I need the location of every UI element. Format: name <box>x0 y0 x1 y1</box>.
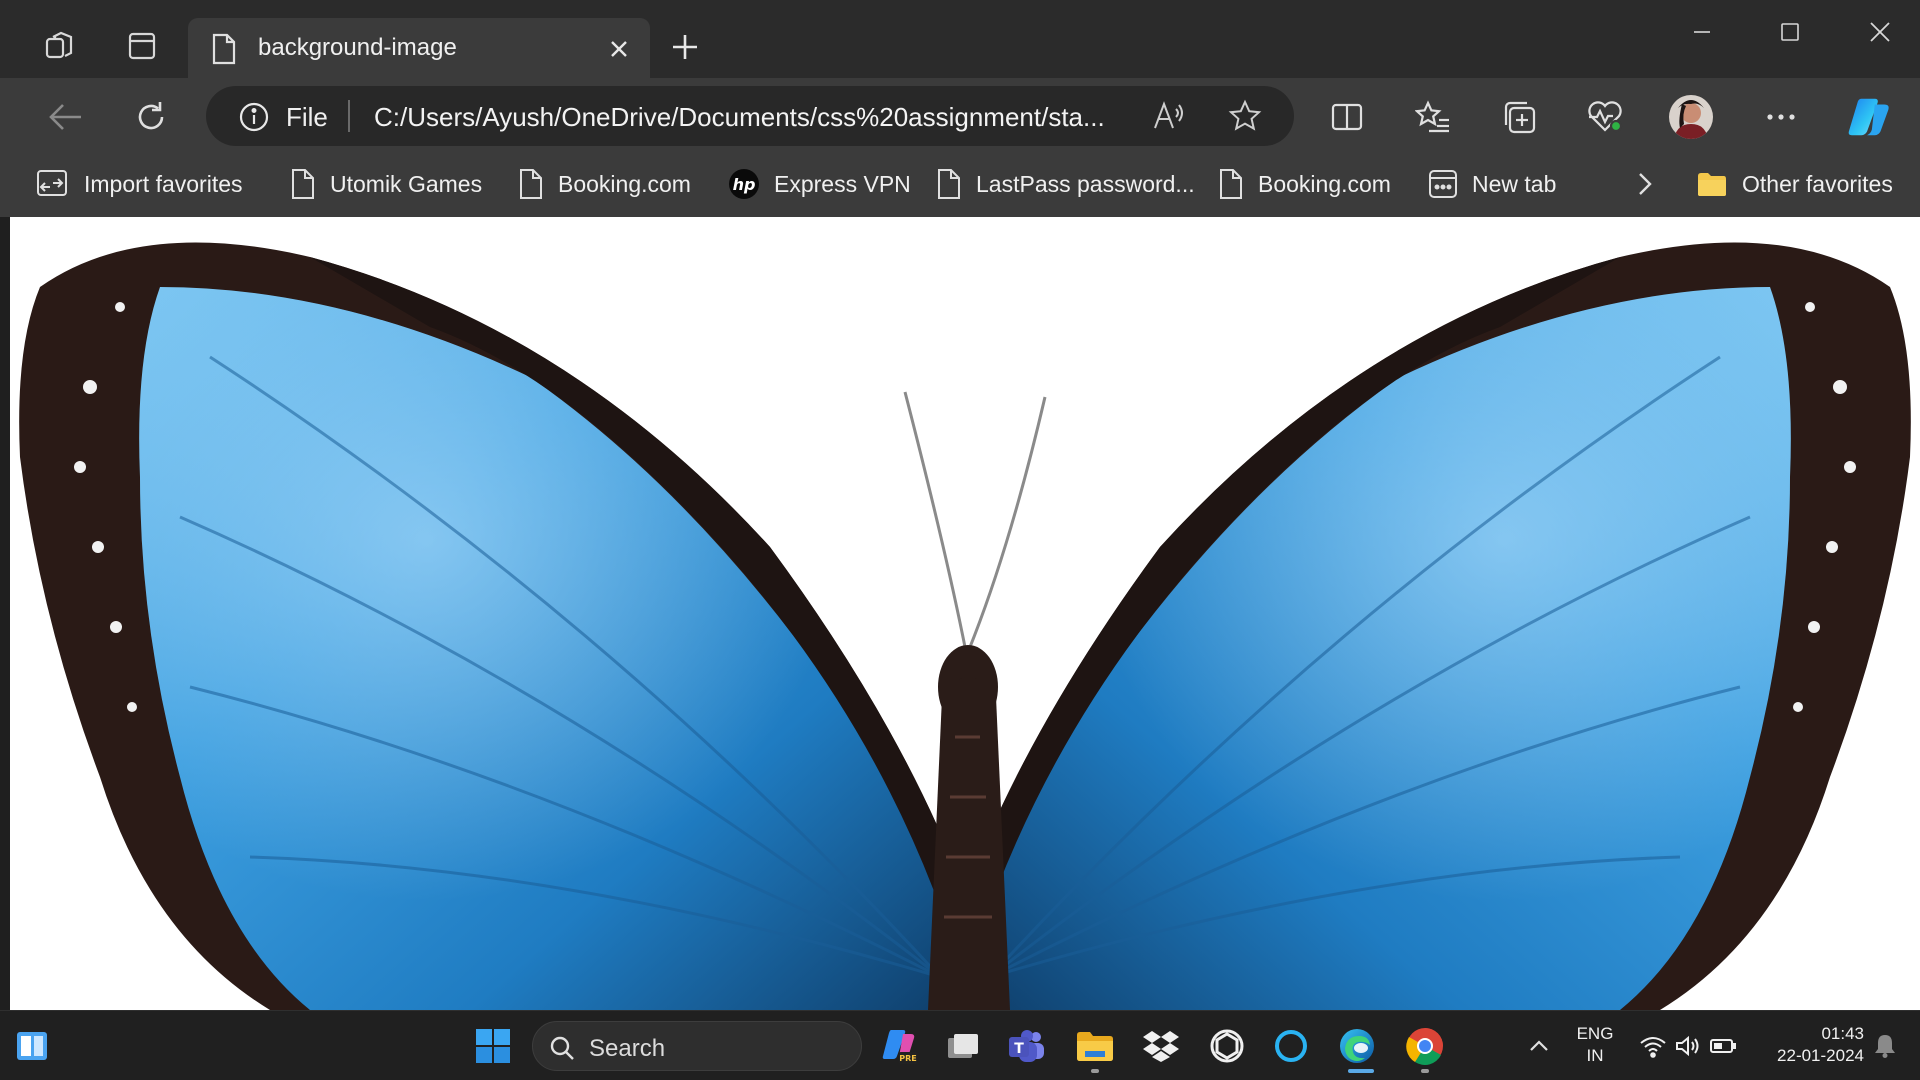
window-edge <box>0 217 10 1010</box>
close-tab-icon[interactable] <box>604 34 634 64</box>
teams-icon[interactable]: T <box>1004 1023 1050 1069</box>
svg-text:PRE: PRE <box>899 1054 917 1063</box>
page-content <box>10 217 1920 1010</box>
favorite-item-booking-2[interactable]: Booking.com <box>1218 164 1391 204</box>
favorite-label: Utomik Games <box>330 170 483 197</box>
folder-icon <box>1698 173 1726 196</box>
address-divider <box>348 100 350 132</box>
read-aloud-icon[interactable] <box>1152 100 1186 139</box>
favorite-label: Other favorites <box>1742 170 1893 197</box>
input-language[interactable]: ENG IN <box>1570 1023 1620 1067</box>
page-icon <box>292 169 314 199</box>
document-icon <box>210 32 238 71</box>
favorites-overflow-chevron-icon[interactable] <box>1636 164 1654 204</box>
svg-text:T: T <box>1014 1041 1024 1057</box>
favorite-item-newtab[interactable]: New tab <box>1428 164 1556 204</box>
newtab-icon <box>1429 170 1457 198</box>
favorite-label: New tab <box>1472 170 1557 197</box>
tab-title: background-image <box>258 34 457 61</box>
chatgpt-icon[interactable] <box>1204 1023 1250 1069</box>
running-indicator <box>1421 1069 1429 1073</box>
split-screen-icon[interactable] <box>1324 94 1370 140</box>
running-indicator <box>1091 1069 1099 1073</box>
show-hidden-icons-chevron-icon[interactable] <box>1516 1023 1562 1069</box>
new-tab-button[interactable] <box>666 28 704 66</box>
favorite-item-lastpass[interactable]: LastPass password... <box>936 164 1195 204</box>
favorite-label: Import favorites <box>84 170 243 197</box>
hp-icon: hp <box>729 169 759 199</box>
start-button[interactable] <box>470 1023 516 1069</box>
page-icon <box>938 169 960 199</box>
search-placeholder: Search <box>589 1035 666 1062</box>
favorites-bar: Import favorites Utomik Games Booking.co… <box>0 154 1920 218</box>
favorites-icon[interactable] <box>1410 94 1456 140</box>
scheme-label: File <box>286 102 328 132</box>
navigation-bar: File C:/Users/Ayush/OneDrive/Documents/c… <box>0 78 1920 154</box>
back-button[interactable] <box>42 94 88 140</box>
notification-bell-icon[interactable] <box>1862 1023 1908 1069</box>
file-explorer-icon[interactable] <box>1072 1023 1118 1069</box>
taskbar-search[interactable]: Search <box>532 1021 862 1071</box>
favorite-item-utomik[interactable]: Utomik Games <box>290 164 482 204</box>
dropbox-icon[interactable] <box>1138 1023 1184 1069</box>
more-options-icon[interactable] <box>1758 94 1804 140</box>
page-icon <box>1220 169 1242 199</box>
active-tab[interactable]: background-image <box>188 18 650 80</box>
copilot-icon[interactable] <box>1846 94 1892 140</box>
favorite-label: Booking.com <box>1258 170 1391 197</box>
favorite-label: LastPass password... <box>976 170 1195 197</box>
url-text[interactable]: C:/Users/Ayush/OneDrive/Documents/css%20… <box>374 102 1138 133</box>
task-view-icon[interactable] <box>940 1023 986 1069</box>
cortana-icon[interactable] <box>1268 1023 1314 1069</box>
favorite-item-booking[interactable]: Booking.com <box>518 164 691 204</box>
favorite-item-import[interactable]: Import favorites <box>36 164 243 204</box>
favorite-label: Express VPN <box>774 170 911 197</box>
title-bar: background-image <box>0 0 1920 80</box>
butterfly-image <box>10 217 1920 1010</box>
site-info-icon[interactable] <box>238 101 270 138</box>
language-code: ENG <box>1576 1024 1614 1043</box>
favorite-item-expressvpn[interactable]: hp Express VPN <box>728 164 911 204</box>
svg-text:hp: hp <box>733 175 756 194</box>
address-bar[interactable]: File C:/Users/Ayush/OneDrive/Documents/c… <box>206 86 1294 146</box>
clock-date: 22-01-2024 <box>1777 1046 1864 1065</box>
close-window-button[interactable] <box>1850 10 1910 54</box>
minimize-button[interactable] <box>1672 10 1732 54</box>
clock[interactable]: 01:43 22-01-2024 <box>1754 1023 1864 1067</box>
chrome-icon[interactable] <box>1402 1023 1448 1069</box>
import-icon <box>37 170 67 196</box>
maximize-button[interactable] <box>1760 10 1820 54</box>
favorite-star-icon[interactable] <box>1228 99 1262 138</box>
vertical-tabs-icon[interactable] <box>122 26 162 66</box>
widgets-icon[interactable] <box>10 1023 56 1069</box>
workspaces-icon[interactable] <box>40 26 80 66</box>
page-icon <box>520 169 542 199</box>
battery-icon[interactable] <box>1700 1023 1746 1069</box>
edge-icon[interactable] <box>1334 1023 1380 1069</box>
favorite-item-other[interactable]: Other favorites <box>1696 164 1893 204</box>
region-code: IN <box>1586 1046 1604 1065</box>
favorite-label: Booking.com <box>558 170 691 197</box>
search-icon <box>549 1035 575 1066</box>
copilot-preview-icon[interactable]: PRE <box>876 1023 922 1069</box>
collections-icon[interactable] <box>1496 94 1542 140</box>
active-app-indicator <box>1348 1069 1374 1073</box>
browser-essentials-icon[interactable] <box>1582 94 1628 140</box>
refresh-button[interactable] <box>128 94 174 140</box>
clock-time: 01:43 <box>1821 1024 1864 1043</box>
taskbar: Search PRE T ENG IN 01:43 22-01-2024 <box>0 1010 1920 1080</box>
profile-avatar[interactable] <box>1668 94 1714 140</box>
